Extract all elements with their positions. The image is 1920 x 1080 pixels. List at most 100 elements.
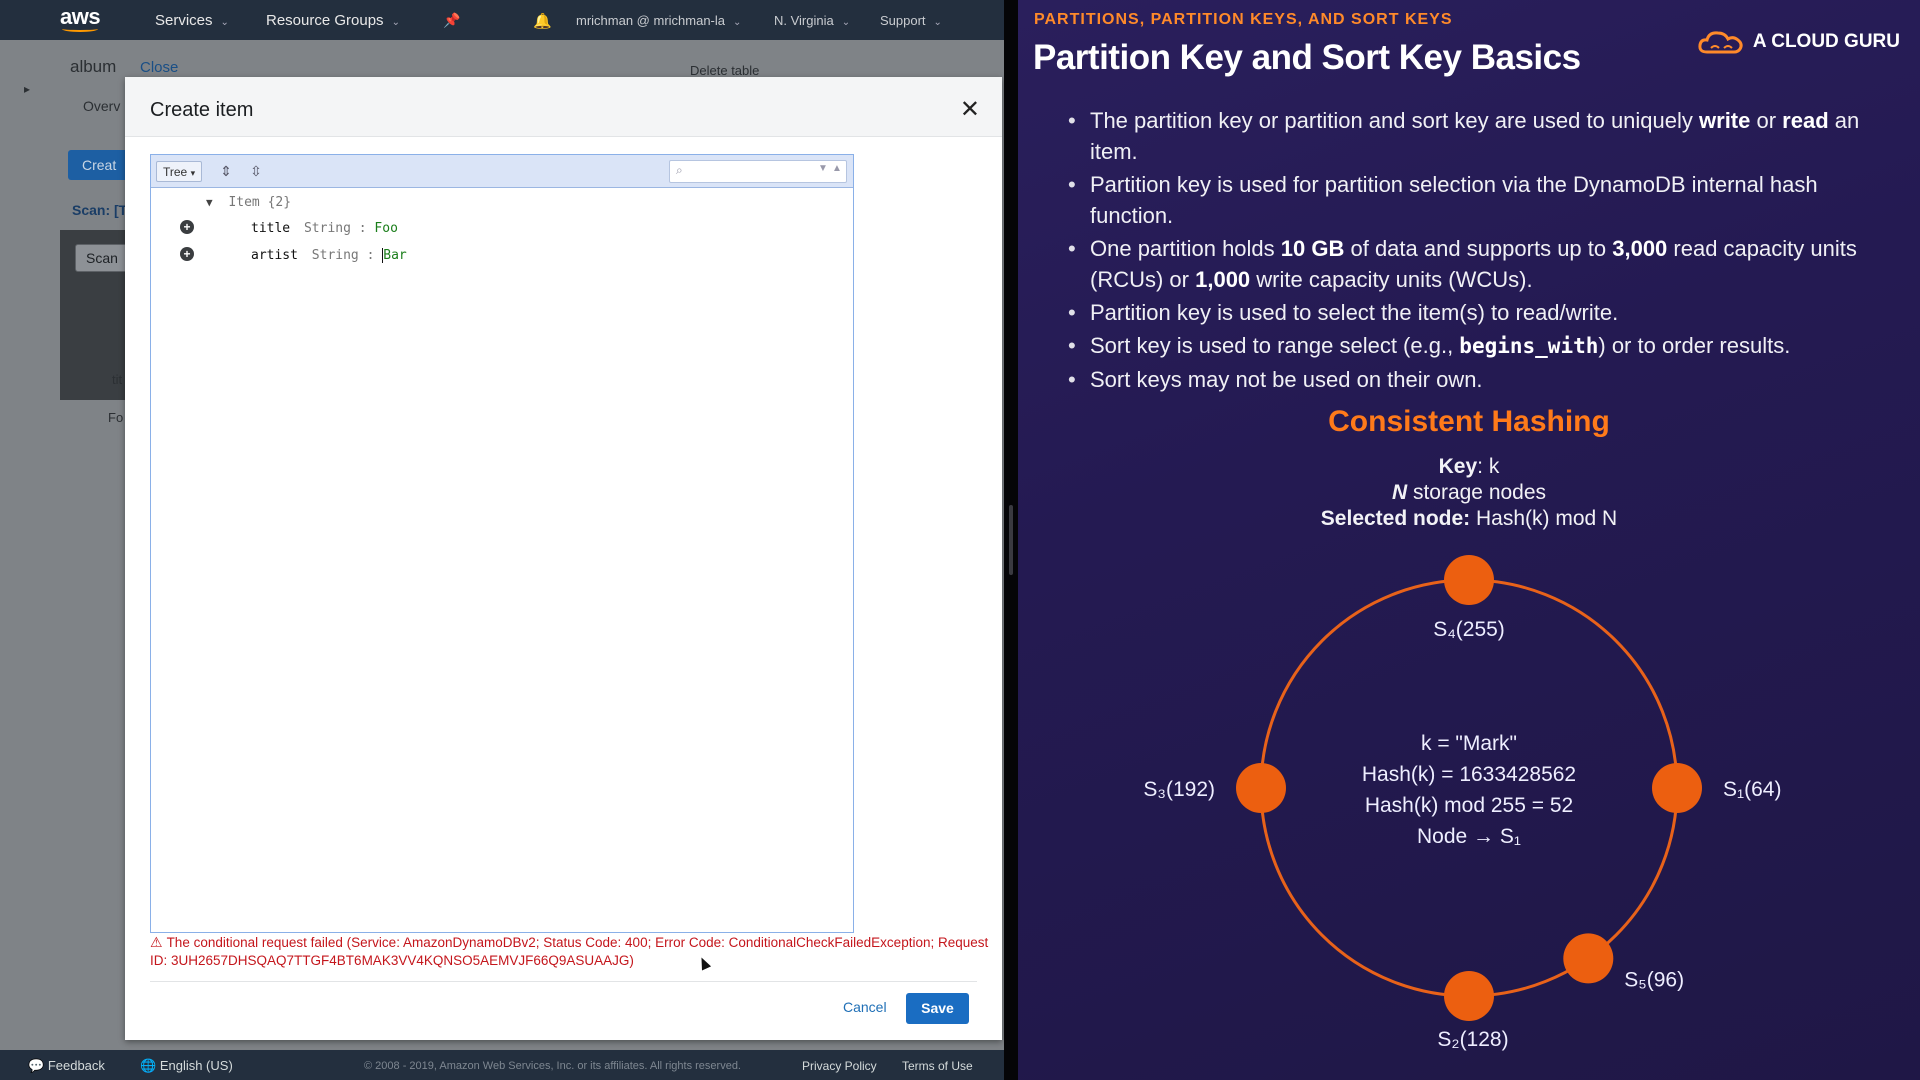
- attribute-value[interactable]: Foo: [374, 221, 397, 236]
- expand-sidebar-icon[interactable]: ▸: [24, 82, 30, 96]
- key-line: Key: k: [1438, 455, 1500, 478]
- ring-node: [1444, 555, 1494, 605]
- ring-node: [1236, 763, 1286, 813]
- services-menu[interactable]: Services ⌄: [155, 12, 229, 29]
- add-attribute-icon[interactable]: +: [180, 220, 194, 234]
- add-attribute-icon[interactable]: +: [180, 247, 194, 261]
- save-button[interactable]: Save: [906, 993, 969, 1024]
- dialog-title: Create item: [150, 99, 254, 121]
- privacy-link[interactable]: Privacy Policy: [802, 1059, 877, 1073]
- consistent-hashing-ring: S₄(255) S₁(64) S₅(96) S₂(128) S₃(192) k = "M…: [1143, 555, 1781, 1051]
- warning-icon: ⚠: [150, 934, 163, 950]
- aws-logo-smile: [62, 26, 98, 32]
- search-next-icon[interactable]: ▼: [818, 163, 828, 174]
- separator: :: [366, 248, 375, 263]
- ring-node-label: S₂(128): [1437, 1028, 1508, 1051]
- feedback-label: Feedback: [47, 1058, 105, 1073]
- ring-node: [1652, 763, 1702, 813]
- close-icon[interactable]: ✕: [960, 95, 980, 124]
- dialog-header: Create item ✕: [125, 77, 1002, 137]
- chevron-down-icon: ⌄: [841, 17, 851, 28]
- collapse-toggle-icon[interactable]: ▼: [206, 196, 213, 209]
- list-item: One partition holds 10 GB of data and su…: [1068, 233, 1898, 295]
- consistent-hashing-title: Consistent Hashing: [1328, 405, 1610, 438]
- brand-logo: A CLOUD GURU: [1697, 28, 1900, 56]
- list-item: Sort keys may not be used on their own.: [1068, 364, 1898, 395]
- ring-node-label: S₃(192): [1143, 778, 1215, 801]
- ring-node-label: S₅(96): [1624, 968, 1684, 991]
- slide-title: Partition Key and Sort Key Basics: [1033, 38, 1581, 77]
- tab-overview[interactable]: Overv: [83, 98, 120, 114]
- table-name: album: [70, 57, 117, 76]
- table-row[interactable]: title String : Foo: [251, 221, 398, 236]
- language-selector[interactable]: 🌐 English (US): [140, 1058, 233, 1074]
- resource-groups-menu[interactable]: Resource Groups ⌄: [266, 12, 400, 29]
- expand-all-icon[interactable]: ⇕: [215, 161, 237, 182]
- chevron-down-icon: ⌄: [733, 17, 742, 28]
- bell-icon[interactable]: 🔔: [533, 12, 552, 30]
- error-text: The conditional request failed (Service:…: [150, 935, 989, 968]
- view-mode-label: Tree: [163, 165, 188, 179]
- search-icon: ⌕: [676, 163, 683, 177]
- feedback-link[interactable]: 💬 Feedback: [28, 1058, 105, 1074]
- slide-section-label: PARTITIONS, PARTITION KEYS, AND SORT KEY…: [1034, 11, 1453, 28]
- tree-root-row[interactable]: ▼ Item {2}: [206, 195, 291, 210]
- cloud-logo-icon: [1698, 31, 1743, 54]
- cancel-button[interactable]: Cancel: [843, 999, 887, 1015]
- ring-node: [1444, 971, 1494, 1021]
- delete-table-button[interactable]: Delete table: [690, 63, 759, 78]
- support-menu[interactable]: Support ⌄: [880, 13, 942, 28]
- services-label: Services: [155, 12, 213, 29]
- ring-node: [1563, 933, 1614, 984]
- nodes-line: N storage nodes: [1391, 481, 1547, 504]
- hash-ring: [1259, 578, 1679, 998]
- support-label: Support: [880, 13, 926, 28]
- ring-node-label: S₄(255): [1433, 618, 1505, 641]
- row-fragment: Fo: [108, 410, 124, 425]
- list-item: Partition key is used to select the item…: [1068, 297, 1898, 328]
- tree-root-label: Item {2}: [228, 195, 292, 210]
- attribute-name[interactable]: title: [251, 221, 290, 236]
- chat-bubble-icon: 💬: [28, 1058, 45, 1073]
- region-menu[interactable]: N. Virginia ⌄: [774, 13, 850, 28]
- list-item: The partition key or partition and sort …: [1068, 105, 1898, 167]
- region-label: N. Virginia: [774, 13, 834, 28]
- lecture-slide: PARTITIONS, PARTITION KEYS, AND SORT KEY…: [1018, 0, 1920, 1080]
- search-prev-icon[interactable]: ▲: [832, 163, 842, 174]
- view-mode-dropdown[interactable]: Tree ▾: [156, 161, 202, 182]
- editor-toolbar: Tree ▾ ⇕ ⇳ ⌕ ▼ ▲: [151, 155, 853, 188]
- separator: :: [358, 221, 367, 236]
- terms-link[interactable]: Terms of Use: [902, 1059, 973, 1073]
- account-menu[interactable]: mrichman @ mrichman-la ⌄: [576, 13, 741, 28]
- chevron-down-icon: ⌄: [933, 17, 942, 28]
- create-item-dialog: Create item ✕ Tree ▾ ⇕ ⇳ ⌕ ▼ ▲ ▼ Item {2…: [125, 77, 1002, 1040]
- aws-console: aws Services ⌄ Resource Groups ⌄ 📌 🔔 mrich…: [0, 0, 1004, 1080]
- center-line-key: k = "Mark": [1421, 732, 1517, 755]
- resource-groups-label: Resource Groups: [266, 12, 384, 29]
- bullet-list: The partition key or partition and sort …: [1068, 105, 1898, 397]
- divider: [150, 981, 977, 982]
- scan-label: Scan: [T: [72, 202, 128, 218]
- attribute-type[interactable]: String: [304, 221, 351, 236]
- aws-top-nav: aws Services ⌄ Resource Groups ⌄ 📌 🔔 mrich…: [0, 0, 1004, 40]
- close-table-link[interactable]: Close: [140, 59, 178, 76]
- attribute-name[interactable]: artist: [251, 248, 298, 263]
- scan-button[interactable]: Scan: [75, 244, 129, 272]
- editor-search-input[interactable]: ⌕ ▼ ▲: [669, 160, 847, 183]
- list-item: Partition key is used for partition sele…: [1068, 169, 1898, 231]
- error-message: ⚠ The conditional request failed (Service…: [150, 933, 990, 970]
- pin-icon[interactable]: 📌: [443, 12, 460, 29]
- column-header-fragment: tit: [112, 372, 123, 387]
- pane-resize-handle[interactable]: [1009, 505, 1013, 575]
- attribute-value[interactable]: Bar: [382, 248, 407, 263]
- caret-down-icon: ▾: [190, 168, 196, 178]
- copyright: © 2008 - 2019, Amazon Web Services, Inc.…: [364, 1060, 741, 1072]
- center-line-mod: Hash(k) mod 255 = 52: [1365, 794, 1573, 817]
- json-tree-editor[interactable]: Tree ▾ ⇕ ⇳ ⌕ ▼ ▲ ▼ Item {2} + title Stri…: [150, 154, 854, 933]
- table-row[interactable]: artist String : Bar: [251, 248, 407, 263]
- ring-node-label: S₁(64): [1723, 778, 1781, 801]
- center-line-node: Node → S₁: [1417, 825, 1521, 848]
- collapse-all-icon[interactable]: ⇳: [245, 161, 267, 182]
- globe-icon: 🌐: [140, 1058, 157, 1073]
- attribute-type[interactable]: String: [312, 248, 359, 263]
